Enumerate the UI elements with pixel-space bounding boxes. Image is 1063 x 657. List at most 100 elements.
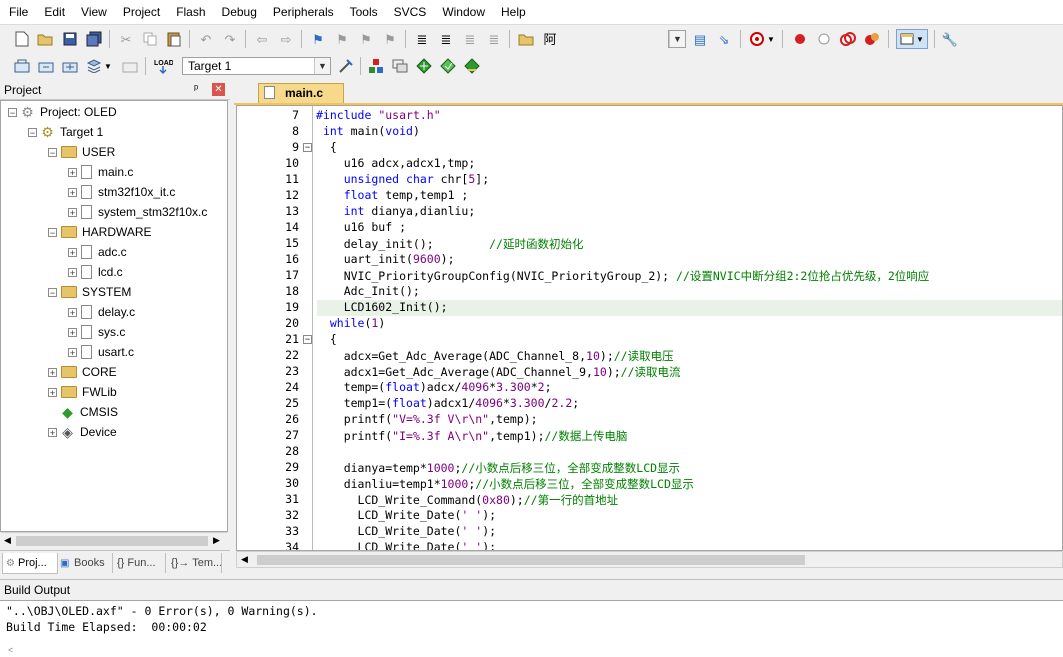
copy-icon[interactable] <box>140 29 160 49</box>
expand-icon[interactable]: + <box>68 347 77 357</box>
tree-group-user[interactable]: − USER <box>48 143 115 161</box>
expand-icon[interactable]: + <box>68 307 77 317</box>
tree-root[interactable]: − ⚙ Project: OLED <box>8 103 117 121</box>
breakpoint-icon[interactable] <box>790 29 810 49</box>
tree-group-device[interactable]: + ◈ Device <box>48 423 117 441</box>
tree-group-fwlib[interactable]: + FWLib <box>48 383 117 401</box>
tree-file[interactable]: + main.c <box>68 163 133 181</box>
scroll-left-icon[interactable]: < <box>8 645 13 655</box>
incremental-find-icon[interactable]: ▤ <box>690 29 710 49</box>
collapse-icon[interactable]: − <box>48 147 57 157</box>
tree-file[interactable]: + stm32f10x_it.c <box>68 183 175 201</box>
indent-icon[interactable]: ≣ <box>412 29 432 49</box>
target-options-icon[interactable] <box>336 56 356 76</box>
cut-icon[interactable]: ✂ <box>116 29 136 49</box>
batch-build-icon[interactable] <box>84 56 104 76</box>
redo-icon[interactable]: ↷ <box>220 29 240 49</box>
menu-peripherals[interactable]: Peripherals <box>264 0 341 24</box>
tree-group-system[interactable]: − SYSTEM <box>48 283 131 301</box>
menu-file[interactable]: File <box>0 0 35 24</box>
expand-icon[interactable]: + <box>68 267 77 277</box>
expand-icon[interactable]: + <box>68 187 77 197</box>
tab-project[interactable]: ⚙ Proj... <box>2 553 58 574</box>
disable-all-breakpoints-icon[interactable] <box>838 29 858 49</box>
tree-file[interactable]: + lcd.c <box>68 263 123 281</box>
expand-icon[interactable]: + <box>68 247 77 257</box>
code-editor[interactable]: 7 #include "usart.h" 8 int main(void) 9− {1… <box>236 105 1063 551</box>
disable-breakpoint-icon[interactable] <box>814 29 834 49</box>
scroll-thumb[interactable] <box>16 536 208 546</box>
configure-icon[interactable]: 🔧 <box>940 29 960 49</box>
tree-file[interactable]: + delay.c <box>68 303 135 321</box>
tab-functions[interactable]: {} Fun... <box>114 553 166 573</box>
find-combo[interactable]: ▼ <box>668 30 686 48</box>
batch-dropdown-icon[interactable]: ▼ <box>102 56 114 76</box>
expand-icon[interactable]: + <box>68 207 77 217</box>
expand-icon[interactable]: + <box>68 167 77 177</box>
rebuild-icon[interactable] <box>60 56 80 76</box>
save-icon[interactable] <box>60 29 80 49</box>
tree-group-hardware[interactable]: − HARDWARE <box>48 223 152 241</box>
scroll-thumb[interactable] <box>257 555 805 565</box>
navigate-back-icon[interactable]: ⇦ <box>252 29 272 49</box>
tree-group-core[interactable]: + CORE <box>48 363 117 381</box>
debug-dropdown-icon[interactable]: ▼ <box>765 29 777 49</box>
menu-help[interactable]: Help <box>492 0 533 24</box>
bookmark-icon[interactable]: ⚑ <box>308 29 328 49</box>
tab-books[interactable]: ▣ Books <box>58 553 113 573</box>
tree-file[interactable]: + adc.c <box>68 243 127 261</box>
tree-group-cmsis[interactable]: ◆ CMSIS <box>61 403 118 421</box>
uncomment-icon[interactable]: ≣ <box>484 29 504 49</box>
collapse-icon[interactable]: − <box>48 227 57 237</box>
build-output-area[interactable]: "..\OBJ\OLED.axf" - 0 Error(s), 0 Warnin… <box>0 600 1063 657</box>
target-select[interactable]: Target 1 ▼ <box>182 57 331 75</box>
collapse-icon[interactable]: − <box>28 127 37 137</box>
menu-svcs[interactable]: SVCS <box>385 0 434 24</box>
tree-target[interactable]: − ⚙ Target 1 <box>28 123 103 141</box>
file-extensions-icon[interactable] <box>390 56 410 76</box>
menu-debug[interactable]: Debug <box>213 0 264 24</box>
menu-tools[interactable]: Tools <box>341 0 385 24</box>
new-file-icon[interactable] <box>12 29 32 49</box>
window-layout-icon[interactable]: ▼ <box>896 29 928 49</box>
collapse-icon[interactable]: − <box>8 107 17 117</box>
select-packs-icon[interactable] <box>414 56 434 76</box>
expand-icon[interactable]: + <box>68 327 77 337</box>
editor-horizontal-scrollbar[interactable]: ◀ <box>236 551 1063 568</box>
menu-edit[interactable]: Edit <box>35 0 72 24</box>
tree-file[interactable]: + sys.c <box>68 323 125 341</box>
expand-icon[interactable]: + <box>48 427 57 437</box>
close-icon[interactable]: ✕ <box>212 83 225 96</box>
comment-icon[interactable]: ≣ <box>460 29 480 49</box>
paste-icon[interactable] <box>164 29 184 49</box>
find-in-files-icon[interactable] <box>516 29 536 49</box>
fold-toggle-icon[interactable]: − <box>303 143 312 152</box>
tab-main-c[interactable]: main.c <box>258 83 344 103</box>
clear-bookmarks-icon[interactable]: ⚑ <box>380 29 400 49</box>
scroll-right-icon[interactable]: ▶ <box>213 535 220 546</box>
menu-view[interactable]: View <box>72 0 114 24</box>
menu-project[interactable]: Project <box>114 0 167 24</box>
run-time-environment-icon[interactable] <box>462 56 482 76</box>
unindent-icon[interactable]: ≣ <box>436 29 456 49</box>
tree-file[interactable]: + system_stm32f10x.c <box>68 203 207 221</box>
collapse-icon[interactable]: − <box>48 287 57 297</box>
tree-horizontal-scrollbar[interactable]: ◀ ▶ <box>1 532 227 549</box>
scroll-left-icon[interactable]: ◀ <box>241 554 248 565</box>
pack-installer-icon[interactable] <box>438 56 458 76</box>
expand-icon[interactable]: + <box>48 367 57 377</box>
menu-flash[interactable]: Flash <box>167 0 212 24</box>
debug-session-icon[interactable] <box>747 29 767 49</box>
chevron-down-icon[interactable]: ▼ <box>314 58 330 74</box>
fold-toggle-icon[interactable]: − <box>303 335 312 344</box>
open-folder-icon[interactable] <box>35 29 55 49</box>
save-all-icon[interactable] <box>84 29 104 49</box>
navigate-forward-icon[interactable]: ⇨ <box>276 29 296 49</box>
kill-all-breakpoints-icon[interactable] <box>862 29 882 49</box>
build-icon[interactable] <box>36 56 56 76</box>
stop-build-icon[interactable] <box>120 56 140 76</box>
translate-icon[interactable] <box>12 56 32 76</box>
find-icon[interactable]: ⇘ <box>714 29 734 49</box>
expand-icon[interactable]: + <box>48 387 57 397</box>
pin-icon[interactable]: ᵖ <box>194 83 198 95</box>
